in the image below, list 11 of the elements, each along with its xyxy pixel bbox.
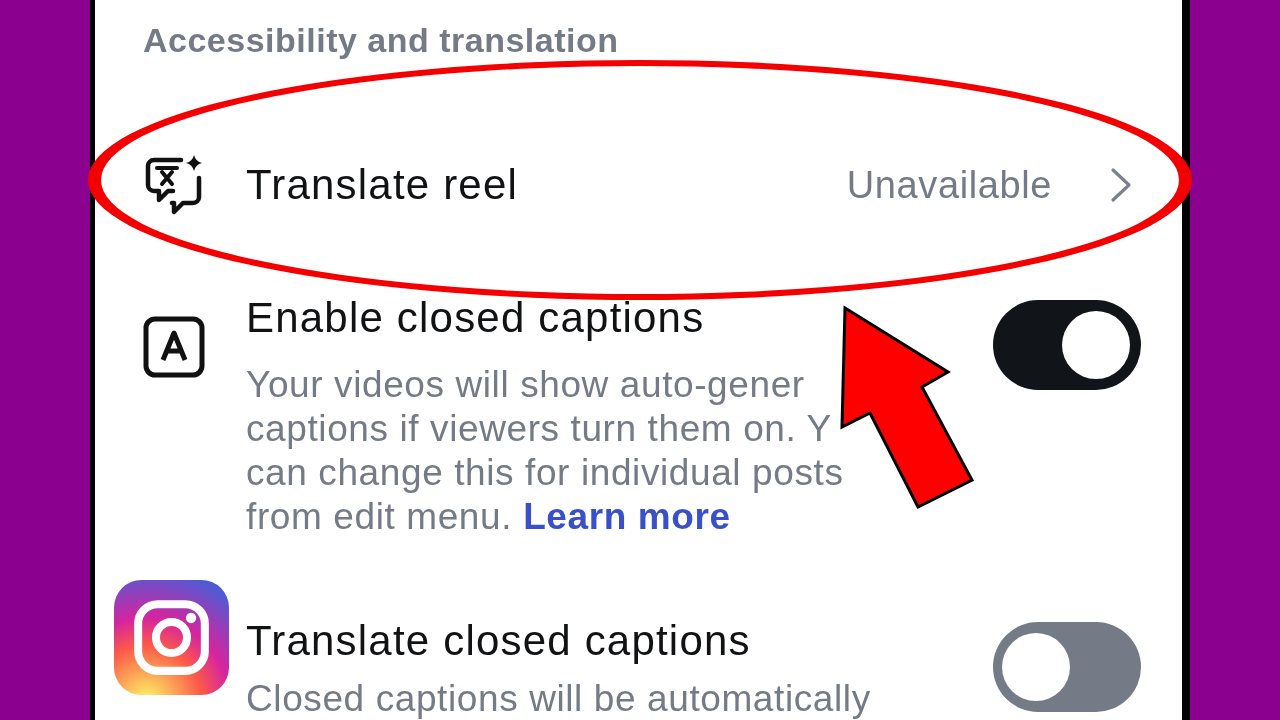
chevron-icon[interactable] — [1110, 167, 1132, 203]
caption-letter-icon — [143, 316, 205, 378]
learn-more-link[interactable]: Learn more — [523, 495, 731, 539]
setting-label: Translate closed captions — [246, 617, 751, 665]
setting-label: Enable closed captions — [246, 294, 705, 342]
section-heading: Accessibility and translation — [143, 22, 619, 58]
setting-value: Unavailable — [846, 163, 1052, 207]
instagram-logo-icon — [114, 580, 229, 695]
setting-description: from edit menu. — [246, 495, 513, 539]
setting-label: Translate reel — [246, 161, 519, 209]
setting-description: Closed captions will be automatically — [246, 679, 871, 719]
